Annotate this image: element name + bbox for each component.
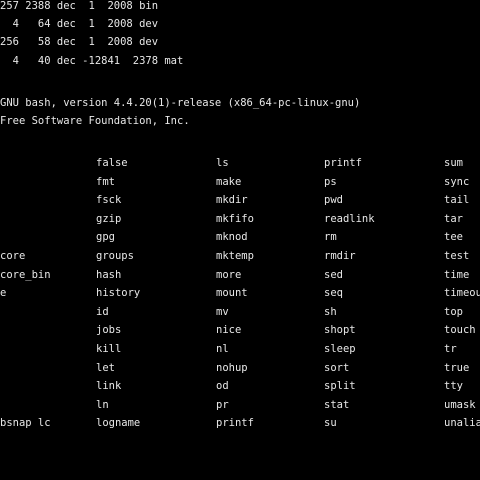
table-cell: mkfifo [216,212,254,225]
table-cell: rmdir [324,249,356,262]
table-row: jobs nice shopt touch [0,321,476,340]
table-cell: tr [444,342,457,355]
table-cell: gzip [96,212,122,225]
table-row: e history mount seq timeout [0,284,480,303]
table-cell: mv [216,305,229,318]
table-row: link od split tty [0,377,463,396]
table-cell: stat [324,398,350,411]
table-cell: umask [444,398,476,411]
banner-block: GNU bash, version 4.4.20(1)-release (x86… [0,94,360,130]
table-row: id mv sh top [0,303,463,322]
table-cell: jobs [96,324,122,337]
table-cell: sh [324,305,337,318]
table-cell: mount [216,287,248,300]
table-cell: nl [216,342,229,355]
table-cell: od [216,380,229,393]
table-cell: time [444,268,470,281]
table-row: ln pr stat umask [0,396,476,415]
table-cell: nice [216,324,242,337]
table-cell: split [324,380,356,393]
table-cell: touch [444,324,476,337]
table-cell: mkdir [216,194,248,207]
table-cell: pr [216,398,229,411]
listing-line: 4 64 dec 1 2008 dev [0,18,159,31]
table-row: fsck mkdir pwd tail [0,191,469,210]
table-cell: fmt [96,175,115,188]
table-cell: make [216,175,242,188]
table-cell: tee [444,231,463,244]
table-cell: sync [444,175,470,188]
table-cell: kill [96,342,122,355]
table-row: bsnap lc logname printf su unalias [0,414,480,433]
table-cell: tail [444,194,470,207]
table-row: kill nl sleep tr [0,340,457,359]
banner-line: GNU bash, version 4.4.20(1)-release (x86… [0,97,361,109]
table-row: fmt make ps sync [0,173,469,192]
table-row: gpg mknod rm tee [0,228,463,247]
table-cell: hash [96,268,122,281]
table-cell: core_bin [0,268,51,281]
table-cell: sort [324,361,350,374]
table-cell: ls [216,157,229,169]
table-cell: logname [96,417,141,430]
table-cell: true [444,361,470,374]
table-row: core groups mktemp rmdir test [0,247,469,266]
table-cell: core [0,249,26,262]
listing-line: 256 58 dec 1 2008 dev [0,36,159,49]
table-cell: let [96,361,115,374]
table-cell: tar [444,212,463,225]
table-cell: ps [324,175,337,188]
table-cell: sleep [324,342,356,355]
table-row: let nohup sort true [0,359,469,378]
table-cell: gpg [96,231,115,244]
table-cell: pwd [324,194,343,207]
listing-line: 4 40 dec -12841 2378 mat [0,54,184,67]
table-cell: tty [444,380,463,393]
table-cell: seq [324,287,343,300]
listing-block: 257 2388 dec 1 2008 bin 4 64 dec 1 2008 … [0,0,183,70]
table-cell: shopt [324,324,356,337]
table-cell: printf [216,417,254,430]
table-row: false ls printf sum [0,154,463,173]
table-cell: groups [96,249,134,262]
table-cell: bsnap lc [0,417,51,430]
table-cell: mktemp [216,249,254,262]
command-table: false ls printf sum fmt make ps sync fsc… [0,154,480,433]
table-cell: readlink [324,212,375,225]
table-cell: mknod [216,231,248,244]
table-cell: nohup [216,361,248,374]
table-cell: link [96,380,122,393]
table-cell: top [444,305,463,318]
terminal-window[interactable]: 257 2388 dec 1 2008 bin 4 64 dec 1 2008 … [0,0,480,480]
table-row: gzip mkfifo readlink tar [0,210,463,229]
table-cell: printf [324,157,362,169]
table-cell: ln [96,398,109,411]
table-cell: false [96,157,128,169]
table-cell: su [324,417,337,430]
table-row: core_bin hash more sed time [0,266,469,285]
banner-line: Free Software Foundation, Inc. [0,115,190,128]
table-cell: fsck [96,194,122,207]
listing-line: 257 2388 dec 1 2008 bin [0,0,159,12]
table-cell: unalias [444,417,480,430]
table-cell: e [0,287,7,300]
table-cell: more [216,268,242,281]
table-cell: sum [444,157,463,169]
table-cell: timeout [444,287,480,300]
table-cell: test [444,249,470,262]
table-cell: history [96,287,141,300]
table-cell: sed [324,268,343,281]
table-cell: rm [324,231,337,244]
table-cell: id [96,305,109,318]
